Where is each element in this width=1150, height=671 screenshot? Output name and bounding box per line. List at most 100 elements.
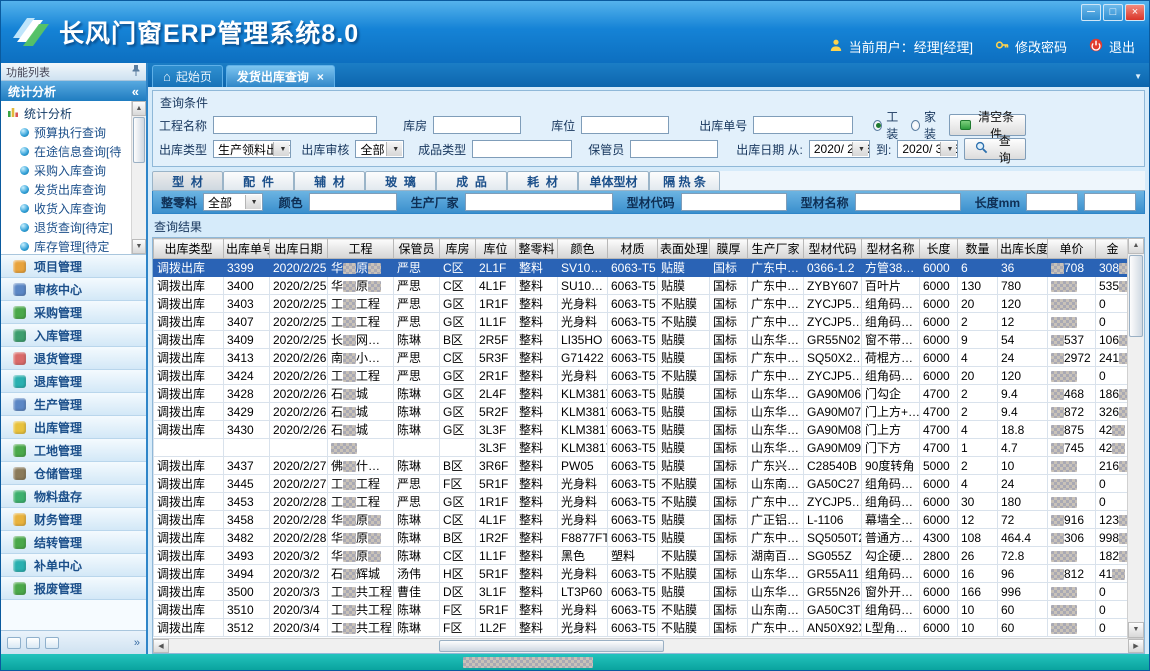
sidebar-item-site[interactable]: 工地管理 [1,439,146,462]
column-header[interactable]: 单价 [1048,239,1096,259]
horizontal-scroll-thumb[interactable] [439,640,664,652]
scroll-up-icon[interactable]: ▲ [1128,238,1144,254]
project-name-input[interactable] [213,116,377,134]
table-row[interactable]: 调拨出库34452020/2/27工工程严思F区5R1F整料光身料6063-T5… [154,475,1130,493]
table-row[interactable]: 调拨出库34932020/3/2华原陈琳C区1L1F整料黑色塑料不贴膜国标湖南百… [154,547,1130,565]
column-header[interactable]: 库房 [440,239,476,259]
table-vertical-scrollbar[interactable]: ▲ ▼ [1127,238,1144,638]
vertical-scroll-thumb[interactable] [1129,255,1143,337]
table-row[interactable]: 调拨出库34532020/2/28工工程严思G区1R1F整料光身料6063-T5… [154,493,1130,511]
table-row[interactable]: 调拨出库34292020/2/26石城陈琳G区5R2F整料KLM38176063… [154,403,1130,421]
sidebar-item-inbound[interactable]: 入库管理 [1,324,146,347]
tab-shipping-outbound-query[interactable]: 发货出库查询 × [226,65,335,87]
footer-keyboard-icon[interactable] [45,637,59,649]
table-row[interactable]: 调拨出库35002020/3/3工共工程曹佳D区3L1F整料LT3P606063… [154,583,1130,601]
sidebar-item-outbound[interactable]: 出库管理 [1,416,146,439]
tab-list-caret-icon[interactable]: ▼ [1134,72,1142,81]
scroll-up-icon[interactable]: ▲ [132,101,146,116]
radio-home-decor[interactable]: 家装 [911,108,943,142]
pin-icon[interactable] [131,64,141,80]
footer-doc-icon[interactable] [7,637,21,649]
tree-scrollbar-thumb[interactable] [133,117,145,163]
profile-name-input[interactable] [855,193,961,211]
column-header[interactable]: 出库单号 [224,239,270,259]
table-row[interactable]: 调拨出库34132020/2/26南小…严思C区5R3F整料G714226063… [154,349,1130,367]
table-row[interactable]: 调拨出库33992020/2/25华原严思C区2L1F整料SV10…6063-T… [154,259,1130,277]
tree-item[interactable]: 退货查询[待定] [7,218,129,237]
table-row[interactable]: 调拨出库34242020/2/26工工程严思G区2R1F整料光身料6063-T5… [154,367,1130,385]
table-row[interactable]: 调拨出库34372020/2/27佛什…陈琳B区3R6F整料PW056063-T… [154,457,1130,475]
column-header[interactable]: 出库长度 [998,239,1048,259]
column-header[interactable]: 膜厚 [710,239,748,259]
warehouse-input[interactable] [433,116,521,134]
column-header[interactable]: 出库类型 [154,239,224,259]
logout-link[interactable]: 退出 [1109,37,1135,56]
maximize-button[interactable]: □ [1103,4,1123,21]
table-row[interactable]: 调拨出库35102020/3/4工共工程陈琳F区5R1F整料光身料6063-T5… [154,601,1130,619]
table-row[interactable]: 调拨出库34302020/2/26石城陈琳G区3L3F整料KLM38176063… [154,421,1130,439]
column-header[interactable]: 金 [1096,239,1130,259]
column-header[interactable]: 长度 [920,239,958,259]
table-row[interactable]: 调拨出库34822020/2/28华原陈琳B区1R2F整料F8877FT6063… [154,529,1130,547]
column-header[interactable]: 保管员 [394,239,440,259]
material-tab[interactable]: 成 品 [436,171,507,190]
length-max-input[interactable] [1084,193,1136,211]
sidebar-item-return-goods[interactable]: 退货管理 [1,347,146,370]
tree-scrollbar[interactable]: ▲ ▼ [131,101,146,254]
sidebar-item-scrap[interactable]: 报废管理 [1,577,146,600]
material-tab[interactable]: 辅 材 [294,171,365,190]
column-header[interactable]: 库位 [476,239,516,259]
outbound-type-select[interactable]: 生产领料出库 [213,140,291,158]
column-header[interactable]: 出库日期 [270,239,328,259]
column-header[interactable]: 型材代码 [804,239,862,259]
footer-tool-icon[interactable] [26,637,40,649]
column-header[interactable]: 材质 [608,239,658,259]
change-password-link[interactable]: 修改密码 [1015,37,1067,56]
close-button[interactable]: × [1125,4,1145,21]
search-button[interactable]: 查 询 [964,138,1026,160]
material-tab[interactable]: 玻 璃 [365,171,436,190]
material-tab[interactable]: 型 材 [152,171,223,190]
table-row[interactable]: 调拨出库34582020/2/28华原陈琳C区4L1F整料光身料6063-T5贴… [154,511,1130,529]
table-row[interactable]: 调拨出库35122020/3/4工共工程陈琳F区1L2F整料光身料6063-T5… [154,619,1130,637]
table-row[interactable]: 调拨出库34072020/2/25工工程严思G区1L1F整料光身料6063-T5… [154,313,1130,331]
column-header[interactable]: 整零料 [516,239,558,259]
date-from-picker[interactable]: 2020/ 2/16 [809,140,870,158]
sidebar-item-carryover[interactable]: 结转管理 [1,531,146,554]
column-header[interactable]: 数量 [958,239,998,259]
product-type-input[interactable] [472,140,572,158]
tab-close-icon[interactable]: × [317,70,324,84]
sidebar-item-purchase[interactable]: 采购管理 [1,301,146,324]
table-row[interactable]: 调拨出库34002020/2/25华原严思C区4L1F整料SU10…6063-T… [154,277,1130,295]
tree-item[interactable]: 库存管理[待定 [7,237,129,255]
sidebar-item-supplement[interactable]: 补单中心 [1,554,146,577]
table-horizontal-scrollbar[interactable]: ◀ ▶ [153,638,1144,653]
minimize-button[interactable]: ─ [1081,4,1101,21]
table-row[interactable]: 调拨出库34942020/3/2石辉城汤伟H区5R1F整料光身料6063-T5不… [154,565,1130,583]
material-tab[interactable]: 配 件 [223,171,294,190]
radio-workwear[interactable]: 工装 [873,108,905,142]
sidebar-item-warehouse[interactable]: 仓储管理 [1,462,146,485]
sidebar-item-inventory[interactable]: 物料盘存 [1,485,146,508]
table-row[interactable]: 调拨出库34032020/2/25工工程严思G区1R1F整料光身料6063-T5… [154,295,1130,313]
order-no-input[interactable] [753,116,853,134]
location-input[interactable] [581,116,669,134]
material-tab[interactable]: 耗 材 [507,171,578,190]
length-min-input[interactable] [1026,193,1078,211]
material-tab[interactable]: 隔 热 条 [649,171,720,190]
tree-item[interactable]: 采购入库查询 [7,161,129,180]
table-row[interactable]: 调拨出库34092020/2/25长网…陈琳B区2R5F整料LI35HO6063… [154,331,1130,349]
tree-item[interactable]: 在途信息查询[待 [7,142,129,161]
tab-start-page[interactable]: ⌂ 起始页 [152,65,223,87]
scroll-down-icon[interactable]: ▼ [132,239,146,254]
sidebar-item-return-warehouse[interactable]: 退库管理 [1,370,146,393]
manufacturer-input[interactable] [465,193,613,211]
whole-scrap-select[interactable]: 全部 [203,193,263,211]
column-header[interactable]: 型材名称 [862,239,920,259]
tree-root[interactable]: 统计分析 [7,104,129,123]
sidebar-item-production[interactable]: 生产管理 [1,393,146,416]
footer-more-icon[interactable]: » [134,637,140,649]
sidebar-item-audit[interactable]: 审核中心 [1,278,146,301]
column-header[interactable]: 表面处理 [658,239,710,259]
scroll-right-icon[interactable]: ▶ [1128,639,1144,653]
